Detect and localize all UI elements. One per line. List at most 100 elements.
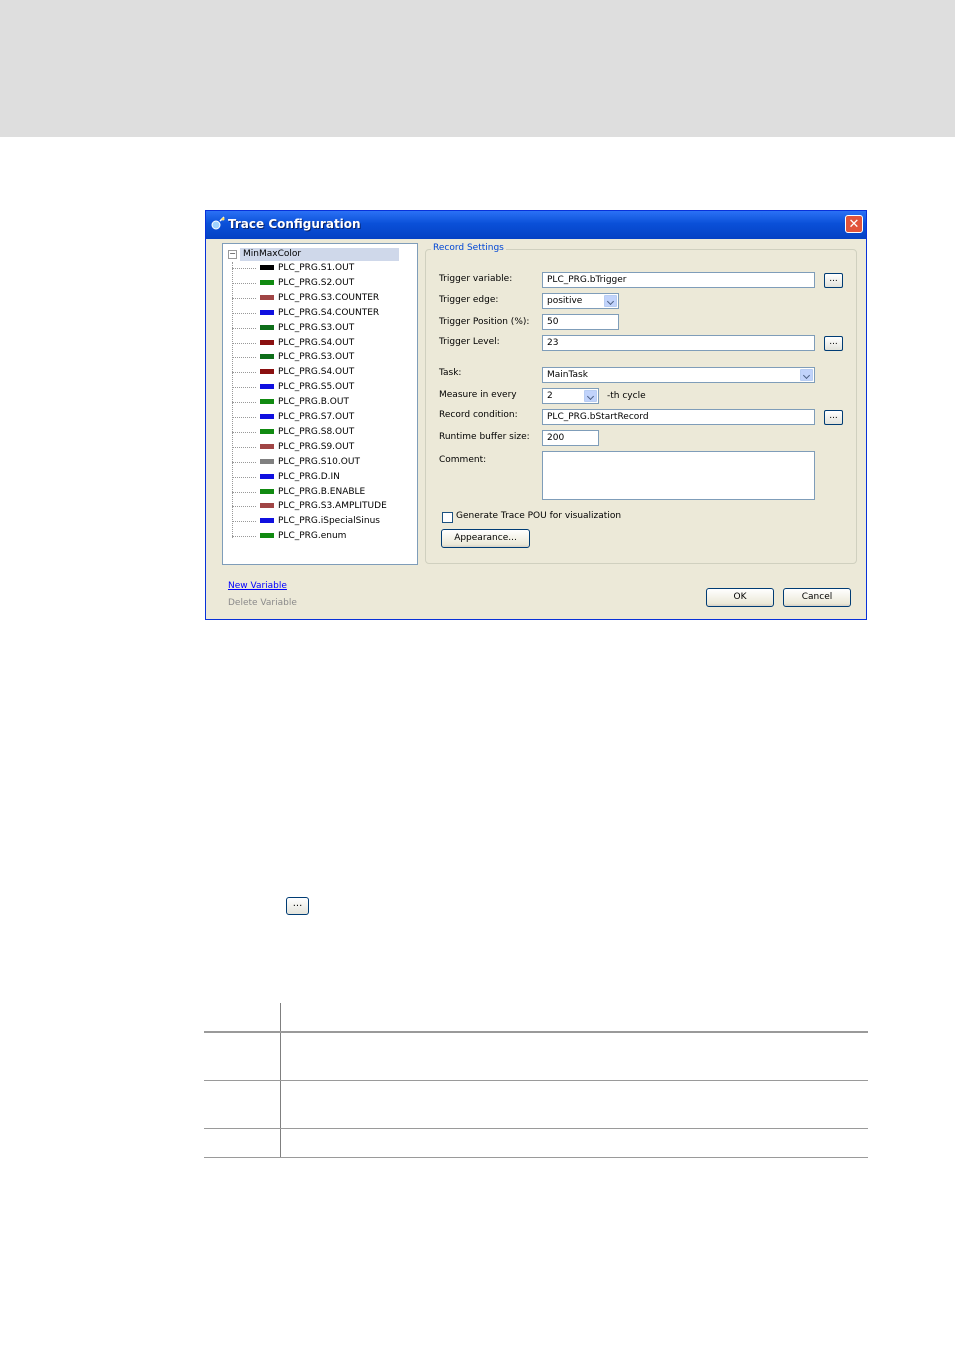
task-label: Task:: [439, 368, 462, 378]
task-select[interactable]: MainTask: [542, 367, 815, 383]
tree-item[interactable]: PLC_PRG.S1.OUT: [232, 262, 412, 275]
tree-item-label: PLC_PRG.enum: [278, 531, 347, 542]
comment-textarea[interactable]: [542, 451, 815, 500]
color-swatch: [260, 443, 274, 449]
tree-item[interactable]: PLC_PRG.S7.OUT: [232, 411, 412, 424]
trigger-position-input[interactable]: 50: [542, 314, 619, 330]
appearance-button[interactable]: Appearance...: [441, 529, 530, 548]
color-swatch: [260, 503, 274, 509]
chevron-down-icon[interactable]: [604, 295, 617, 307]
ok-button[interactable]: OK: [706, 588, 774, 607]
generate-trace-pou-checkbox[interactable]: [442, 512, 453, 523]
tree-item[interactable]: PLC_PRG.S10.OUT: [232, 456, 412, 469]
tree-item-label: PLC_PRG.S3.COUNTER: [278, 292, 380, 303]
collapse-icon[interactable]: −: [228, 250, 237, 259]
tree-item[interactable]: PLC_PRG.S4.OUT: [232, 366, 412, 379]
table-header-rule: [204, 1031, 868, 1033]
tree-item[interactable]: PLC_PRG.S9.OUT: [232, 441, 412, 454]
cancel-button[interactable]: Cancel: [783, 588, 851, 607]
table-bottom-rule: [204, 1157, 868, 1158]
measure-value: 2: [547, 391, 553, 401]
tree-item[interactable]: PLC_PRG.S5.OUT: [232, 381, 412, 394]
table-row-rule: [204, 1080, 868, 1081]
color-swatch: [260, 399, 274, 405]
measure-select[interactable]: 2: [542, 388, 599, 404]
record-condition-input[interactable]: PLC_PRG.bStartRecord: [542, 409, 815, 425]
new-variable-link[interactable]: New Variable: [228, 581, 287, 591]
buffer-size-input[interactable]: 200: [542, 430, 599, 446]
record-condition-browse-button[interactable]: ...: [824, 410, 843, 425]
chevron-down-icon[interactable]: [584, 390, 597, 402]
color-swatch: [260, 354, 274, 360]
table-row-rule: [204, 1128, 868, 1129]
trigger-variable-label: Trigger variable:: [439, 274, 513, 284]
tree-connector-line: [232, 268, 256, 269]
tree-connector-line: [232, 536, 256, 538]
tree-connector-line: [232, 446, 256, 448]
tree-item-label: PLC_PRG.S4.OUT: [278, 337, 355, 348]
tree-item-label: PLC_PRG.S10.OUT: [278, 456, 360, 467]
trigger-variable-browse-button[interactable]: ...: [824, 273, 843, 288]
tree-item[interactable]: PLC_PRG.iSpecialSinus: [232, 515, 412, 528]
tree-connector-line: [232, 476, 256, 478]
page-header-band: [0, 0, 955, 137]
variable-tree[interactable]: − MinMaxColor PLC_PRG.S1.OUT PLC_PRG.S2.O…: [222, 243, 418, 565]
trigger-position-label: Trigger Position (%):: [439, 317, 530, 327]
tree-item-label: PLC_PRG.S5.OUT: [278, 382, 355, 393]
tree-item[interactable]: PLC_PRG.S8.OUT: [232, 426, 412, 439]
color-swatch: [260, 294, 274, 300]
tree-item[interactable]: PLC_PRG.enum: [232, 530, 412, 543]
tree-item[interactable]: PLC_PRG.B.ENABLE: [232, 486, 412, 499]
trigger-level-input[interactable]: 23: [542, 335, 815, 351]
trigger-variable-input[interactable]: PLC_PRG.bTrigger: [542, 272, 815, 288]
browse-button-example[interactable]: ...: [286, 897, 309, 915]
tree-item[interactable]: PLC_PRG.S3.COUNTER: [232, 292, 412, 305]
tree-connector-line: [232, 357, 256, 359]
tree-item[interactable]: PLC_PRG.S3.AMPLITUDE: [232, 500, 412, 513]
tree-connector-line: [232, 312, 256, 314]
color-swatch: [260, 518, 274, 524]
tree-item[interactable]: PLC_PRG.S3.OUT: [232, 351, 412, 364]
tree-item[interactable]: PLC_PRG.B.OUT: [232, 396, 412, 409]
tree-item-label: PLC_PRG.S3.AMPLITUDE: [278, 501, 387, 512]
tree-connector-line: [232, 297, 256, 299]
buffer-size-label: Runtime buffer size:: [439, 432, 530, 442]
tree-item[interactable]: PLC_PRG.S2.OUT: [232, 277, 412, 290]
tree-item[interactable]: PLC_PRG.S4.OUT: [232, 337, 412, 350]
dialog-titlebar[interactable]: Trace Configuration ✕: [206, 211, 866, 239]
close-button[interactable]: ✕: [845, 215, 863, 233]
task-value: MainTask: [547, 370, 588, 380]
color-swatch: [260, 473, 274, 479]
tree-root-label[interactable]: MinMaxColor: [240, 248, 399, 261]
measure-label: Measure in every: [439, 390, 517, 400]
dialog-title: Trace Configuration: [228, 217, 361, 231]
tree-connector-line: [232, 461, 256, 463]
tree-item-label: PLC_PRG.S7.OUT: [278, 412, 355, 422]
color-swatch: [260, 369, 274, 375]
chevron-down-icon[interactable]: [800, 369, 813, 381]
tree-item-label: PLC_PRG.D.IN: [278, 471, 340, 482]
tree-item-label: PLC_PRG.iSpecialSinus: [278, 516, 380, 527]
tree-connector-line: [232, 417, 256, 418]
generate-trace-pou-label[interactable]: Generate Trace POU for visualization: [456, 511, 621, 521]
trigger-level-browse-button[interactable]: ...: [824, 336, 843, 351]
tree-item-label: PLC_PRG.S9.OUT: [278, 441, 355, 452]
color-swatch: [260, 533, 274, 539]
color-swatch: [260, 414, 274, 419]
tree-connector-line: [232, 521, 256, 523]
trigger-edge-value: positive: [547, 296, 583, 306]
color-swatch: [260, 384, 274, 390]
trigger-edge-select[interactable]: positive: [542, 293, 619, 309]
tree-item[interactable]: PLC_PRG.D.IN: [232, 471, 412, 484]
color-swatch: [260, 339, 274, 345]
trace-configuration-dialog: Trace Configuration ✕ − MinMaxColor PLC_…: [205, 210, 867, 620]
close-icon: ✕: [848, 217, 860, 232]
tree-item-label: PLC_PRG.B.OUT: [278, 397, 349, 408]
color-swatch: [260, 309, 274, 315]
color-swatch: [260, 428, 274, 434]
tree-item[interactable]: PLC_PRG.S3.OUT: [232, 322, 412, 335]
tree-item[interactable]: PLC_PRG.S4.COUNTER: [232, 307, 412, 320]
trace-icon: [211, 216, 225, 230]
tree-connector-line: [232, 387, 256, 389]
color-swatch: [260, 324, 274, 330]
